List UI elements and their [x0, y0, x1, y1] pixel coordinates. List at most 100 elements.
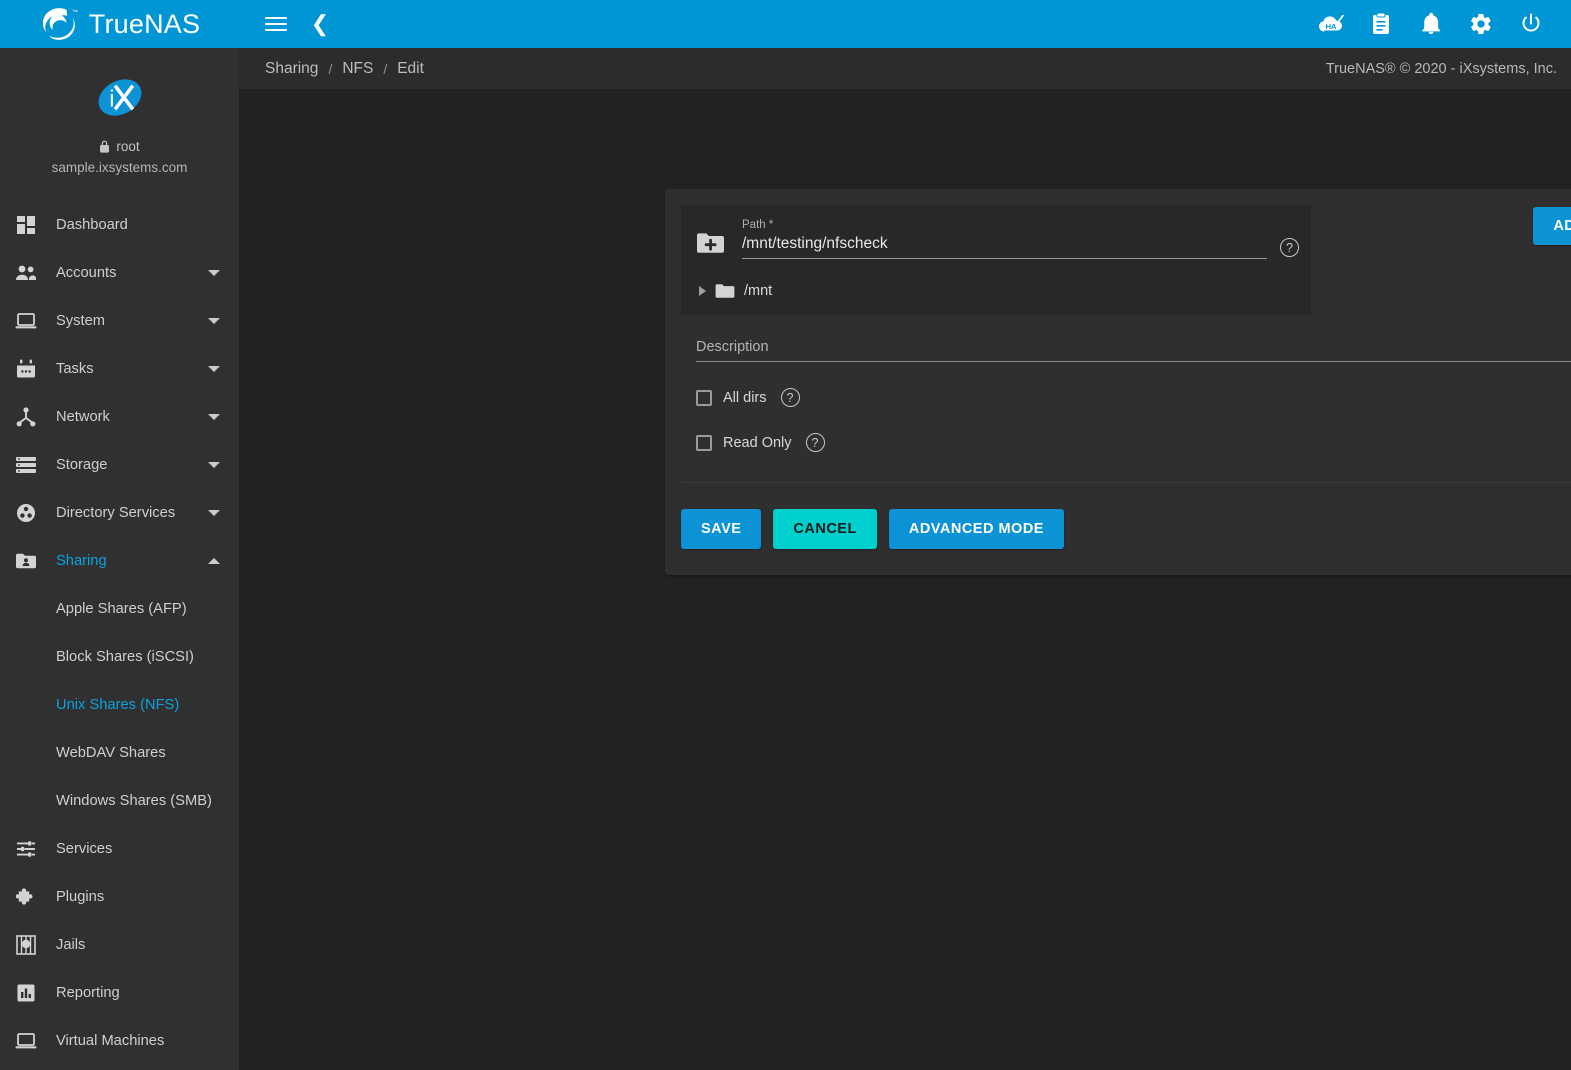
sidebar-item-label: Plugins — [56, 889, 105, 905]
sidebar-item-webdav-shares[interactable]: WebDAV Shares — [0, 729, 239, 777]
card-actions: SAVE CANCEL ADVANCED MODE — [665, 483, 1571, 575]
main-area: Sharing / NFS / Edit TrueNAS® © 2020 - i… — [239, 48, 1571, 1070]
sidebar-item-label: Network — [56, 409, 110, 425]
sidebar-item-accounts[interactable]: Accounts — [0, 249, 239, 297]
chevron-down-icon[interactable] — [201, 318, 227, 324]
sidebar-item-label: Directory Services — [56, 505, 176, 521]
sidebar-item-services[interactable]: Services — [0, 825, 239, 873]
chevron-right-icon[interactable] — [699, 286, 706, 296]
tasks-calendar-icon — [12, 357, 40, 381]
sidebar-item-label: Sharing — [56, 553, 107, 569]
chevron-left-icon[interactable]: ❮ — [305, 9, 335, 39]
sidebar-item-sharing[interactable]: Sharing — [0, 537, 239, 585]
chevron-down-icon[interactable] — [201, 414, 227, 420]
sidebar-profile: i root sample.ixsystems.com — [0, 48, 239, 189]
add-button[interactable]: ADD — [1533, 207, 1571, 245]
jails-icon — [12, 933, 40, 957]
sidebar-item-jails[interactable]: Jails — [0, 921, 239, 969]
path-label: Path * — [742, 219, 774, 231]
folder-plus-icon[interactable] — [693, 227, 729, 261]
breadcrumb-separator: / — [383, 60, 388, 77]
sidebar-item-label: Storage — [56, 457, 108, 473]
chevron-up-icon[interactable] — [201, 558, 227, 564]
breadcrumb-item-edit: Edit — [397, 59, 424, 77]
path-value-row: ? — [742, 235, 1299, 259]
sidebar-user: root — [99, 139, 140, 154]
read-only-checkbox[interactable] — [696, 434, 712, 451]
description-input[interactable] — [696, 339, 1571, 362]
chevron-down-icon[interactable] — [201, 510, 227, 516]
chevron-down-icon[interactable] — [201, 366, 227, 372]
virtual-machines-icon — [12, 1029, 40, 1053]
sidebar-item-virtual-machines[interactable]: Virtual Machines — [0, 1017, 239, 1065]
ix-logo-icon: i — [98, 79, 141, 116]
topbar-left-actions: ❮ — [239, 9, 335, 39]
storage-icon — [12, 453, 40, 477]
sidebar-item-label: Virtual Machines — [56, 1033, 165, 1049]
content-area: Path * ? — [239, 89, 1571, 1070]
task-manager-icon[interactable] — [1367, 10, 1395, 38]
hamburger-menu-icon[interactable] — [261, 9, 291, 39]
truenas-app: ™ TrueNAS ❮ HA i root sample.ixsystems.c… — [0, 0, 1571, 1070]
breadcrumb-bar: Sharing / NFS / Edit TrueNAS® © 2020 - i… — [239, 48, 1571, 89]
sidebar-item-directory-services[interactable]: Directory Services — [0, 489, 239, 537]
tree-node-mnt[interactable]: /mnt — [699, 283, 1299, 299]
body-row: i root sample.ixsystems.com Dashboard Ac… — [0, 48, 1571, 1070]
sidebar-item-apple-shares-afp[interactable]: Apple Shares (AFP) — [0, 585, 239, 633]
settings-gear-icon[interactable] — [1467, 10, 1495, 38]
ha-status-icon[interactable]: HA — [1317, 10, 1345, 38]
sidebar-item-network[interactable]: Network — [0, 393, 239, 441]
all-dirs-checkbox[interactable] — [696, 389, 712, 406]
sidebar-item-storage[interactable]: Storage — [0, 441, 239, 489]
all-dirs-help-icon[interactable]: ? — [780, 388, 800, 407]
path-field: Path * ? — [729, 219, 1299, 259]
chevron-down-icon[interactable] — [201, 270, 227, 276]
breadcrumb: Sharing / NFS / Edit — [265, 60, 424, 78]
sidebar-subitem-label: WebDAV Shares — [56, 745, 166, 761]
breadcrumb-item-sharing[interactable]: Sharing — [265, 60, 318, 78]
sidebar-item-label: Reporting — [56, 985, 120, 1001]
lock-icon — [100, 140, 110, 153]
copyright-text: TrueNAS® © 2020 - iXsystems, Inc. — [1325, 60, 1557, 77]
sidebar-item-reporting[interactable]: Reporting — [0, 969, 239, 1017]
card-body: Path * ? — [665, 189, 1571, 483]
breadcrumb-separator: / — [328, 60, 333, 77]
sidebar-item-tasks[interactable]: Tasks — [0, 345, 239, 393]
path-input[interactable] — [742, 235, 1267, 259]
sidebar-item-plugins[interactable]: Plugins — [0, 873, 239, 921]
sidebar-item-dashboard[interactable]: Dashboard — [0, 201, 239, 249]
sidebar-item-block-shares-iscsi[interactable]: Block Shares (iSCSI) — [0, 633, 239, 681]
power-icon[interactable] — [1517, 10, 1545, 38]
read-only-help-icon[interactable]: ? — [805, 433, 825, 452]
alerts-bell-icon[interactable] — [1417, 10, 1445, 38]
all-dirs-row: All dirs ? — [681, 388, 1571, 407]
nfs-share-edit-card: Path * ? — [665, 189, 1571, 575]
chevron-down-icon[interactable] — [201, 462, 227, 468]
cancel-button[interactable]: CANCEL — [773, 509, 877, 549]
path-explorer-top: Path * ? — [693, 219, 1299, 261]
sidebar-item-label: Tasks — [56, 361, 94, 377]
svg-text:i: i — [109, 85, 114, 111]
sidebar: i root sample.ixsystems.com Dashboard Ac… — [0, 48, 239, 1070]
sharing-folder-icon — [12, 549, 40, 573]
dashboard-icon — [12, 213, 40, 237]
sidebar-item-label: System — [56, 313, 105, 329]
sidebar-item-system[interactable]: System — [0, 297, 239, 345]
sidebar-item-unix-shares-nfs[interactable]: Unix Shares (NFS) — [0, 681, 239, 729]
services-sliders-icon — [12, 837, 40, 861]
plugins-puzzle-icon — [12, 885, 40, 909]
advanced-mode-button[interactable]: ADVANCED MODE — [888, 509, 1064, 549]
system-icon — [12, 309, 40, 333]
sidebar-subitem-label: Block Shares (iSCSI) — [56, 649, 194, 665]
read-only-row: Read Only ? — [681, 433, 1571, 452]
sidebar-item-windows-shares-smb[interactable]: Windows Shares (SMB) — [0, 777, 239, 825]
breadcrumb-item-nfs[interactable]: NFS — [342, 60, 373, 78]
path-explorer: Path * ? — [681, 205, 1311, 315]
card-divider — [681, 482, 1571, 483]
directory-services-icon — [12, 501, 40, 525]
save-button[interactable]: SAVE — [681, 509, 762, 549]
svg-text:HA: HA — [1326, 22, 1337, 31]
folder-icon — [715, 284, 735, 298]
brand[interactable]: ™ TrueNAS — [0, 0, 239, 48]
path-help-icon[interactable]: ? — [1280, 238, 1299, 257]
